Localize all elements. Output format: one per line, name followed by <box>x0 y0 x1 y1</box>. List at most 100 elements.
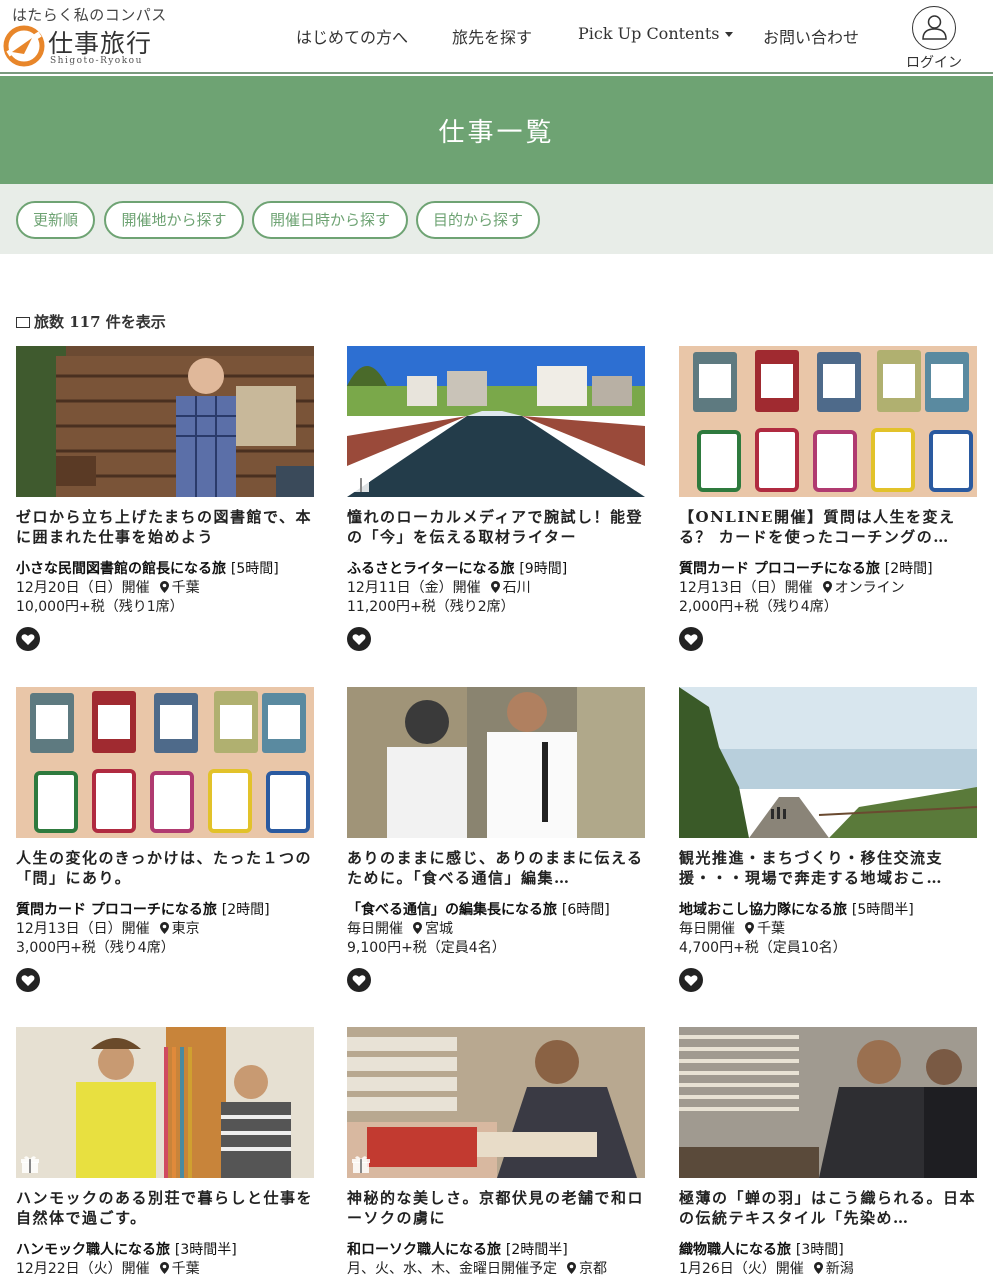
favorite-heart-icon[interactable] <box>16 627 40 651</box>
favorite-heart-icon[interactable] <box>679 968 703 992</box>
card-title[interactable]: ふるさとライターになる旅 [9時間] <box>347 559 645 579</box>
result-count-label: 旅数 117 件を表示 <box>34 313 166 331</box>
card-lead[interactable]: 観光推進・まちづくり・移住交流支援・・・現場で奔走する地域おこ… <box>679 848 977 888</box>
card-duration: [3時間] <box>795 1242 844 1258</box>
card-location: 千葉 <box>757 921 785 937</box>
card-lead[interactable]: ハンモックのある別荘で暮らしと仕事を自然体で過ごす。 <box>16 1188 314 1228</box>
filter-location-button[interactable]: 開催地から探す <box>104 201 244 239</box>
login-button[interactable]: ログイン <box>904 6 964 71</box>
card-location: 東京 <box>171 921 200 937</box>
card-title[interactable]: ハンモック職人になる旅 [3時間半] <box>16 1240 314 1260</box>
job-thumbnail[interactable] <box>347 346 645 497</box>
card-date-location: 1月26日（火）開催 新潟 <box>679 1260 977 1279</box>
card-location: 新潟 <box>825 1261 854 1277</box>
card-title[interactable]: 織物職人になる旅 [3時間] <box>679 1240 977 1260</box>
card-location: 京都 <box>579 1261 607 1277</box>
logo-name: 仕事旅行 <box>48 29 153 58</box>
page-title: 仕事一覧 <box>438 118 555 148</box>
card-title-label: 質問カード プロコーチになる旅 <box>679 561 880 577</box>
job-thumbnail[interactable] <box>679 346 977 497</box>
card-duration: [3時間半] <box>174 1242 237 1258</box>
card-location: 千葉 <box>171 580 200 596</box>
filter-date-button[interactable]: 開催日時から探す <box>252 201 408 239</box>
job-card[interactable]: 人生の変化のきっかけは、たった１つの「問」にあり。 質問カード プロコーチになる… <box>16 687 314 996</box>
site-header: はたらく私のコンパス 仕事旅行 Shigoto-Ryokou はじめての方へ 旅… <box>0 0 993 74</box>
card-title[interactable]: 小さな民間図書館の館長になる旅 [5時間] <box>16 559 314 579</box>
card-title[interactable]: 「食べる通信」の編集長になる旅 [6時間] <box>347 900 645 920</box>
favorite-heart-icon[interactable] <box>347 968 371 992</box>
card-date-location: 毎日開催 千葉 <box>679 920 977 939</box>
card-title[interactable]: 地域おこし協力隊になる旅 [5時間半] <box>679 900 977 920</box>
card-price: 10,000円+税（残り1席） <box>16 599 184 615</box>
card-title[interactable]: 質問カード プロコーチになる旅 [2時間] <box>16 900 314 920</box>
card-lead[interactable]: 極薄の「蝉の羽」はこう織られる。日本の伝統テキスタイル「先染め… <box>679 1188 977 1228</box>
card-lead[interactable]: ありのままに感じ、ありのままに伝えるために。「食べる通信」編集… <box>347 848 645 888</box>
job-thumbnail[interactable] <box>16 687 314 838</box>
card-title-label: ハンモック職人になる旅 <box>16 1242 170 1258</box>
job-card[interactable]: ありのままに感じ、ありのままに伝えるために。「食べる通信」編集… 「食べる通信」… <box>347 687 645 996</box>
job-thumbnail[interactable] <box>16 346 314 497</box>
filter-bar: 更新順 開催地から探す 開催日時から探す 目的から探す <box>0 184 993 254</box>
nav-beginners[interactable]: はじめての方へ <box>296 24 408 48</box>
favorite-heart-icon[interactable] <box>347 627 371 651</box>
job-thumbnail[interactable] <box>347 1027 645 1178</box>
card-price: 11,200円+税（残り2席） <box>347 599 515 615</box>
card-duration: [2時間] <box>221 902 270 918</box>
card-date: 毎日開催 <box>347 921 403 937</box>
nav-find-destination[interactable]: 旅先を探す <box>452 24 532 48</box>
card-title[interactable]: 和ローソク職人になる旅 [2時間半] <box>347 1240 645 1260</box>
card-price: 3,000円+税（残り4席） <box>16 940 175 956</box>
card-title-label: 織物職人になる旅 <box>679 1242 791 1258</box>
nav-contact[interactable]: お問い合わせ <box>763 24 859 48</box>
favorite-heart-icon[interactable] <box>16 968 40 992</box>
location-pin-icon <box>413 922 422 934</box>
card-title[interactable]: 質問カード プロコーチになる旅 [2時間] <box>679 559 977 579</box>
card-duration: [5時間] <box>230 561 279 577</box>
job-card[interactable]: 【ONLINE開催】質問は人生を変える？ カードを使ったコーチングの… 質問カー… <box>679 346 977 655</box>
card-lead[interactable]: 人生の変化のきっかけは、たった１つの「問」にあり。 <box>16 848 314 888</box>
card-price: 9,100円+税（定員4名） <box>347 940 506 956</box>
site-logo[interactable]: はたらく私のコンパス 仕事旅行 Shigoto-Ryokou <box>2 2 166 68</box>
card-lead[interactable]: 神秘的な美しさ。京都伏見の老舗で和ローソクの虜に <box>347 1188 645 1228</box>
job-thumbnail[interactable] <box>679 1027 977 1178</box>
job-thumbnail[interactable] <box>679 687 977 838</box>
card-title-label: 質問カード プロコーチになる旅 <box>16 902 217 918</box>
job-thumbnail[interactable] <box>347 687 645 838</box>
gift-icon <box>21 1156 39 1173</box>
job-card[interactable]: 観光推進・まちづくり・移住交流支援・・・現場で奔走する地域おこ… 地域おこし協力… <box>679 687 977 996</box>
job-card[interactable]: ハンモックのある別荘で暮らしと仕事を自然体で過ごす。 ハンモック職人になる旅 [… <box>16 1027 314 1279</box>
page-banner: 仕事一覧 <box>0 76 993 184</box>
nav-label: お問い合わせ <box>763 28 860 47</box>
card-date-location: 12月22日（火）開催 千葉 <box>16 1260 314 1279</box>
card-date: 12月20日（日）開催 <box>16 580 150 596</box>
card-lead[interactable]: 【ONLINE開催】質問は人生を変える？ カードを使ったコーチングの… <box>679 507 977 547</box>
card-date: 毎日開催 <box>679 921 735 937</box>
card-duration: [9時間] <box>519 561 568 577</box>
card-location: オンライン <box>834 580 905 596</box>
card-title-label: 地域おこし協力隊になる旅 <box>679 902 847 918</box>
filter-purpose-button[interactable]: 目的から探す <box>416 201 540 239</box>
filter-updated-button[interactable]: 更新順 <box>16 201 95 239</box>
favorite-heart-icon[interactable] <box>679 627 703 651</box>
card-duration: [2時間半] <box>505 1242 568 1258</box>
card-lead[interactable]: 憧れのローカルメディアで腕試し！能登の「今」を伝える取材ライター <box>347 507 645 547</box>
job-card[interactable]: 憧れのローカルメディアで腕試し！能登の「今」を伝える取材ライター ふるさとライタ… <box>347 346 645 655</box>
card-date: 月、火、水、木、金曜日開催予定 <box>347 1261 557 1277</box>
card-date: 1月26日（火）開催 <box>679 1261 804 1277</box>
nav-label: Pick Up Contents <box>578 24 720 43</box>
job-card[interactable]: 極薄の「蝉の羽」はこう織られる。日本の伝統テキスタイル「先染め… 織物職人になる… <box>679 1027 977 1279</box>
card-location: 石川 <box>502 580 531 596</box>
card-title-label: 「食べる通信」の編集長になる旅 <box>347 902 557 918</box>
nav-pickup-contents[interactable]: Pick Up Contents <box>578 24 734 43</box>
card-title-label: 小さな民間図書館の館長になる旅 <box>16 561 226 577</box>
job-card[interactable]: ゼロから立ち上げたまちの図書館で、本に囲まれた仕事を始めよう 小さな民間図書館の… <box>16 346 314 655</box>
gift-icon <box>352 475 370 492</box>
card-price: 4,700円+税（定員10名） <box>679 940 847 956</box>
logo-tagline: はたらく私のコンパス <box>12 6 167 24</box>
card-date-location: 月、火、水、木、金曜日開催予定 京都 <box>347 1260 645 1279</box>
logo-roman: Shigoto-Ryokou <box>50 56 143 66</box>
card-lead[interactable]: ゼロから立ち上げたまちの図書館で、本に囲まれた仕事を始めよう <box>16 507 314 547</box>
job-card[interactable]: 神秘的な美しさ。京都伏見の老舗で和ローソクの虜に 和ローソク職人になる旅 [2時… <box>347 1027 645 1279</box>
job-thumbnail[interactable] <box>16 1027 314 1178</box>
card-duration: [6時間] <box>561 902 610 918</box>
